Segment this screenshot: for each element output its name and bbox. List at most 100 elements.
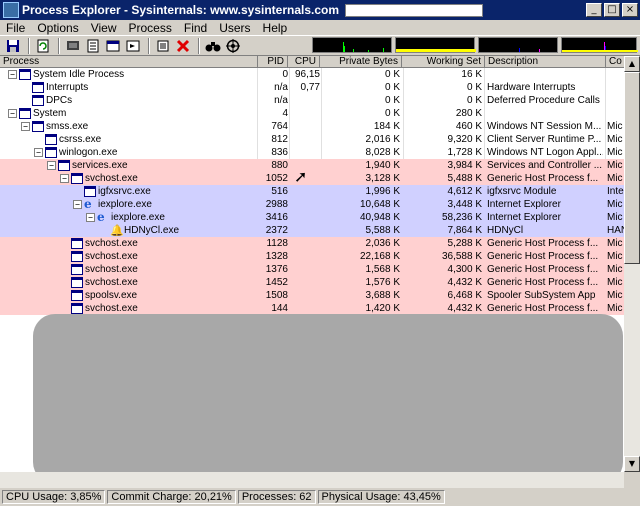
process-icon — [19, 69, 31, 80]
process-name: iexplore.exe — [111, 212, 165, 223]
column-headers: Process PID CPU Private Bytes Working Se… — [0, 56, 626, 68]
column-header-company[interactable]: Co — [606, 56, 626, 68]
process-cpu — [290, 276, 320, 289]
process-pid: 1128 — [266, 238, 288, 249]
process-row[interactable]: svchost.exe 1376 1,568 K 4,300 K Generic Hos… — [0, 263, 624, 276]
process-private-bytes: 10,648 K — [359, 199, 400, 210]
process-name-cell: 🔔 HDNyCl.exe — [0, 224, 258, 237]
process-working-set: 4,432 K — [447, 277, 482, 288]
physical-graph[interactable] — [561, 37, 638, 53]
status-cpu-usage: CPU Usage: 3,85% — [2, 490, 106, 504]
menu-file[interactable]: File — [0, 21, 31, 35]
process-pid: 2372 — [265, 225, 288, 236]
column-header-pid[interactable]: PID — [258, 56, 288, 68]
column-header-private-bytes[interactable]: Private Bytes — [320, 56, 402, 68]
collapse-toggle-icon[interactable]: − — [8, 109, 17, 118]
menu-find[interactable]: Find — [178, 21, 213, 35]
properties-icon[interactable] — [84, 37, 102, 54]
process-row[interactable]: − services.exe 880 1,940 K 3,984 K Services a… — [0, 159, 624, 172]
process-working-set: 7,864 K — [447, 225, 482, 236]
ie-icon: e — [84, 198, 92, 211]
system-info-icon[interactable] — [64, 37, 82, 54]
commit-graph[interactable] — [395, 37, 476, 53]
collapse-toggle-icon[interactable]: − — [86, 213, 95, 222]
scroll-up-button[interactable]: ▲ — [624, 56, 640, 72]
menu-help[interactable]: Help — [257, 21, 294, 35]
process-row[interactable]: svchost.exe 1128 2,036 K 5,288 K Generic Hos… — [0, 237, 624, 250]
window-icon[interactable] — [104, 37, 122, 54]
dll-icon[interactable] — [154, 37, 172, 54]
process-row[interactable]: − System 4 0 K 280 K — [0, 107, 624, 120]
process-working-set: 4,300 K — [447, 264, 482, 275]
menu-view[interactable]: View — [85, 21, 123, 35]
minimize-button[interactable]: _ — [586, 3, 602, 17]
process-company — [606, 81, 624, 94]
collapse-toggle-icon[interactable]: − — [47, 161, 56, 170]
process-description: Internet Explorer — [487, 199, 561, 210]
process-icon — [71, 173, 83, 184]
process-row[interactable]: − System Idle Process 0 96,15 0 K 16 K — [0, 68, 624, 81]
menu-options[interactable]: Options — [31, 21, 84, 35]
target-icon[interactable] — [224, 37, 242, 54]
process-row[interactable]: 🔔HDNyCl.exe 2372 5,588 K 7,864 K HDNyCl HAN — [0, 224, 624, 237]
process-company: Mic — [607, 277, 623, 288]
process-row[interactable]: Interrupts n/a 0,77 0 K 0 K Hardware Interrup… — [0, 81, 624, 94]
collapse-toggle-icon[interactable]: − — [34, 148, 43, 157]
process-private-bytes: 184 K — [373, 121, 400, 132]
collapse-toggle-icon[interactable]: − — [73, 200, 82, 209]
save-icon[interactable] — [4, 37, 22, 54]
collapse-toggle-icon[interactable]: − — [60, 174, 69, 183]
process-private-bytes: 1,996 K — [365, 186, 400, 197]
process-row[interactable]: DPCs n/a 0 K 0 K Deferred Procedure Calls — [0, 94, 624, 107]
process-name-cell: − winlogon.exe — [0, 146, 258, 159]
maximize-button[interactable]: □ — [604, 3, 620, 17]
column-header-description[interactable]: Description — [485, 56, 606, 68]
process-working-set: 16 K — [461, 69, 482, 80]
process-name: System Idle Process — [33, 69, 125, 80]
scroll-thumb[interactable] — [624, 72, 640, 264]
close-button[interactable]: × — [622, 3, 638, 17]
menu-users[interactable]: Users — [213, 21, 256, 35]
refresh-icon[interactable] — [34, 37, 52, 54]
find-icon[interactable] — [204, 37, 222, 54]
kill-icon[interactable] — [174, 37, 192, 54]
process-row[interactable]: − e iexplore.exe 3416 40,948 K 58,236 K Intern… — [0, 211, 624, 224]
column-header-process[interactable]: Process — [0, 56, 258, 68]
process-row[interactable]: − smss.exe 764 184 K 460 K Windows NT Session… — [0, 120, 624, 133]
process-description: igfxsrvc Module — [487, 186, 557, 197]
process-private-bytes: 22,168 K — [359, 251, 400, 262]
collapse-toggle-icon[interactable]: − — [8, 70, 17, 79]
process-icon — [45, 134, 57, 145]
process-name-cell: svchost.exe — [0, 276, 258, 289]
process-cpu — [290, 146, 320, 159]
process-row[interactable]: csrss.exe 812 2,016 K 9,320 K Client Server … — [0, 133, 624, 146]
redacted-region — [33, 314, 623, 484]
cpu-graph[interactable] — [312, 37, 392, 53]
process-name-cell: svchost.exe — [0, 250, 258, 263]
process-row[interactable]: svchost.exe 1328 22,168 K 36,588 K Generic H… — [0, 250, 624, 263]
process-company: Mic — [607, 147, 623, 158]
process-description: Generic Host Process f... — [487, 277, 599, 288]
menu-process[interactable]: Process — [123, 21, 178, 35]
process-row[interactable]: spoolsv.exe 1508 3,688 K 6,468 K Spooler Sub… — [0, 289, 624, 302]
process-working-set: 3,448 K — [447, 199, 482, 210]
process-name: winlogon.exe — [59, 147, 118, 158]
process-row[interactable]: igfxsrvc.exe 516 1,996 K 4,612 K igfxsrvc Mo… — [0, 185, 624, 198]
horizontal-scrollbar[interactable] — [0, 472, 624, 488]
process-working-set: 9,320 K — [447, 134, 482, 145]
collapse-toggle-icon[interactable]: − — [21, 122, 30, 131]
process-row[interactable]: − winlogon.exe 836 8,028 K 1,728 K Windows NT… — [0, 146, 624, 159]
process-company: Inte — [607, 186, 624, 197]
process-row[interactable]: svchost.exe 1452 1,576 K 4,432 K Generic Hos… — [0, 276, 624, 289]
vertical-scrollbar[interactable]: ▲ ▼ — [624, 56, 640, 472]
process-cpu — [290, 263, 320, 276]
status-bar: CPU Usage: 3,85% Commit Charge: 20,21% P… — [0, 488, 640, 506]
scroll-down-button[interactable]: ▼ — [624, 456, 640, 472]
process-row[interactable]: − svchost.exe 1052 3,128 K 5,488 K Generic Ho… — [0, 172, 624, 185]
process-working-set: 36,588 K — [441, 251, 482, 262]
io-graph[interactable] — [478, 37, 558, 53]
handles-icon[interactable] — [124, 37, 142, 54]
column-header-working-set[interactable]: Working Set — [402, 56, 485, 68]
column-header-cpu[interactable]: CPU — [288, 56, 320, 68]
process-row[interactable]: − e iexplore.exe 2988 10,648 K 3,448 K Interne… — [0, 198, 624, 211]
